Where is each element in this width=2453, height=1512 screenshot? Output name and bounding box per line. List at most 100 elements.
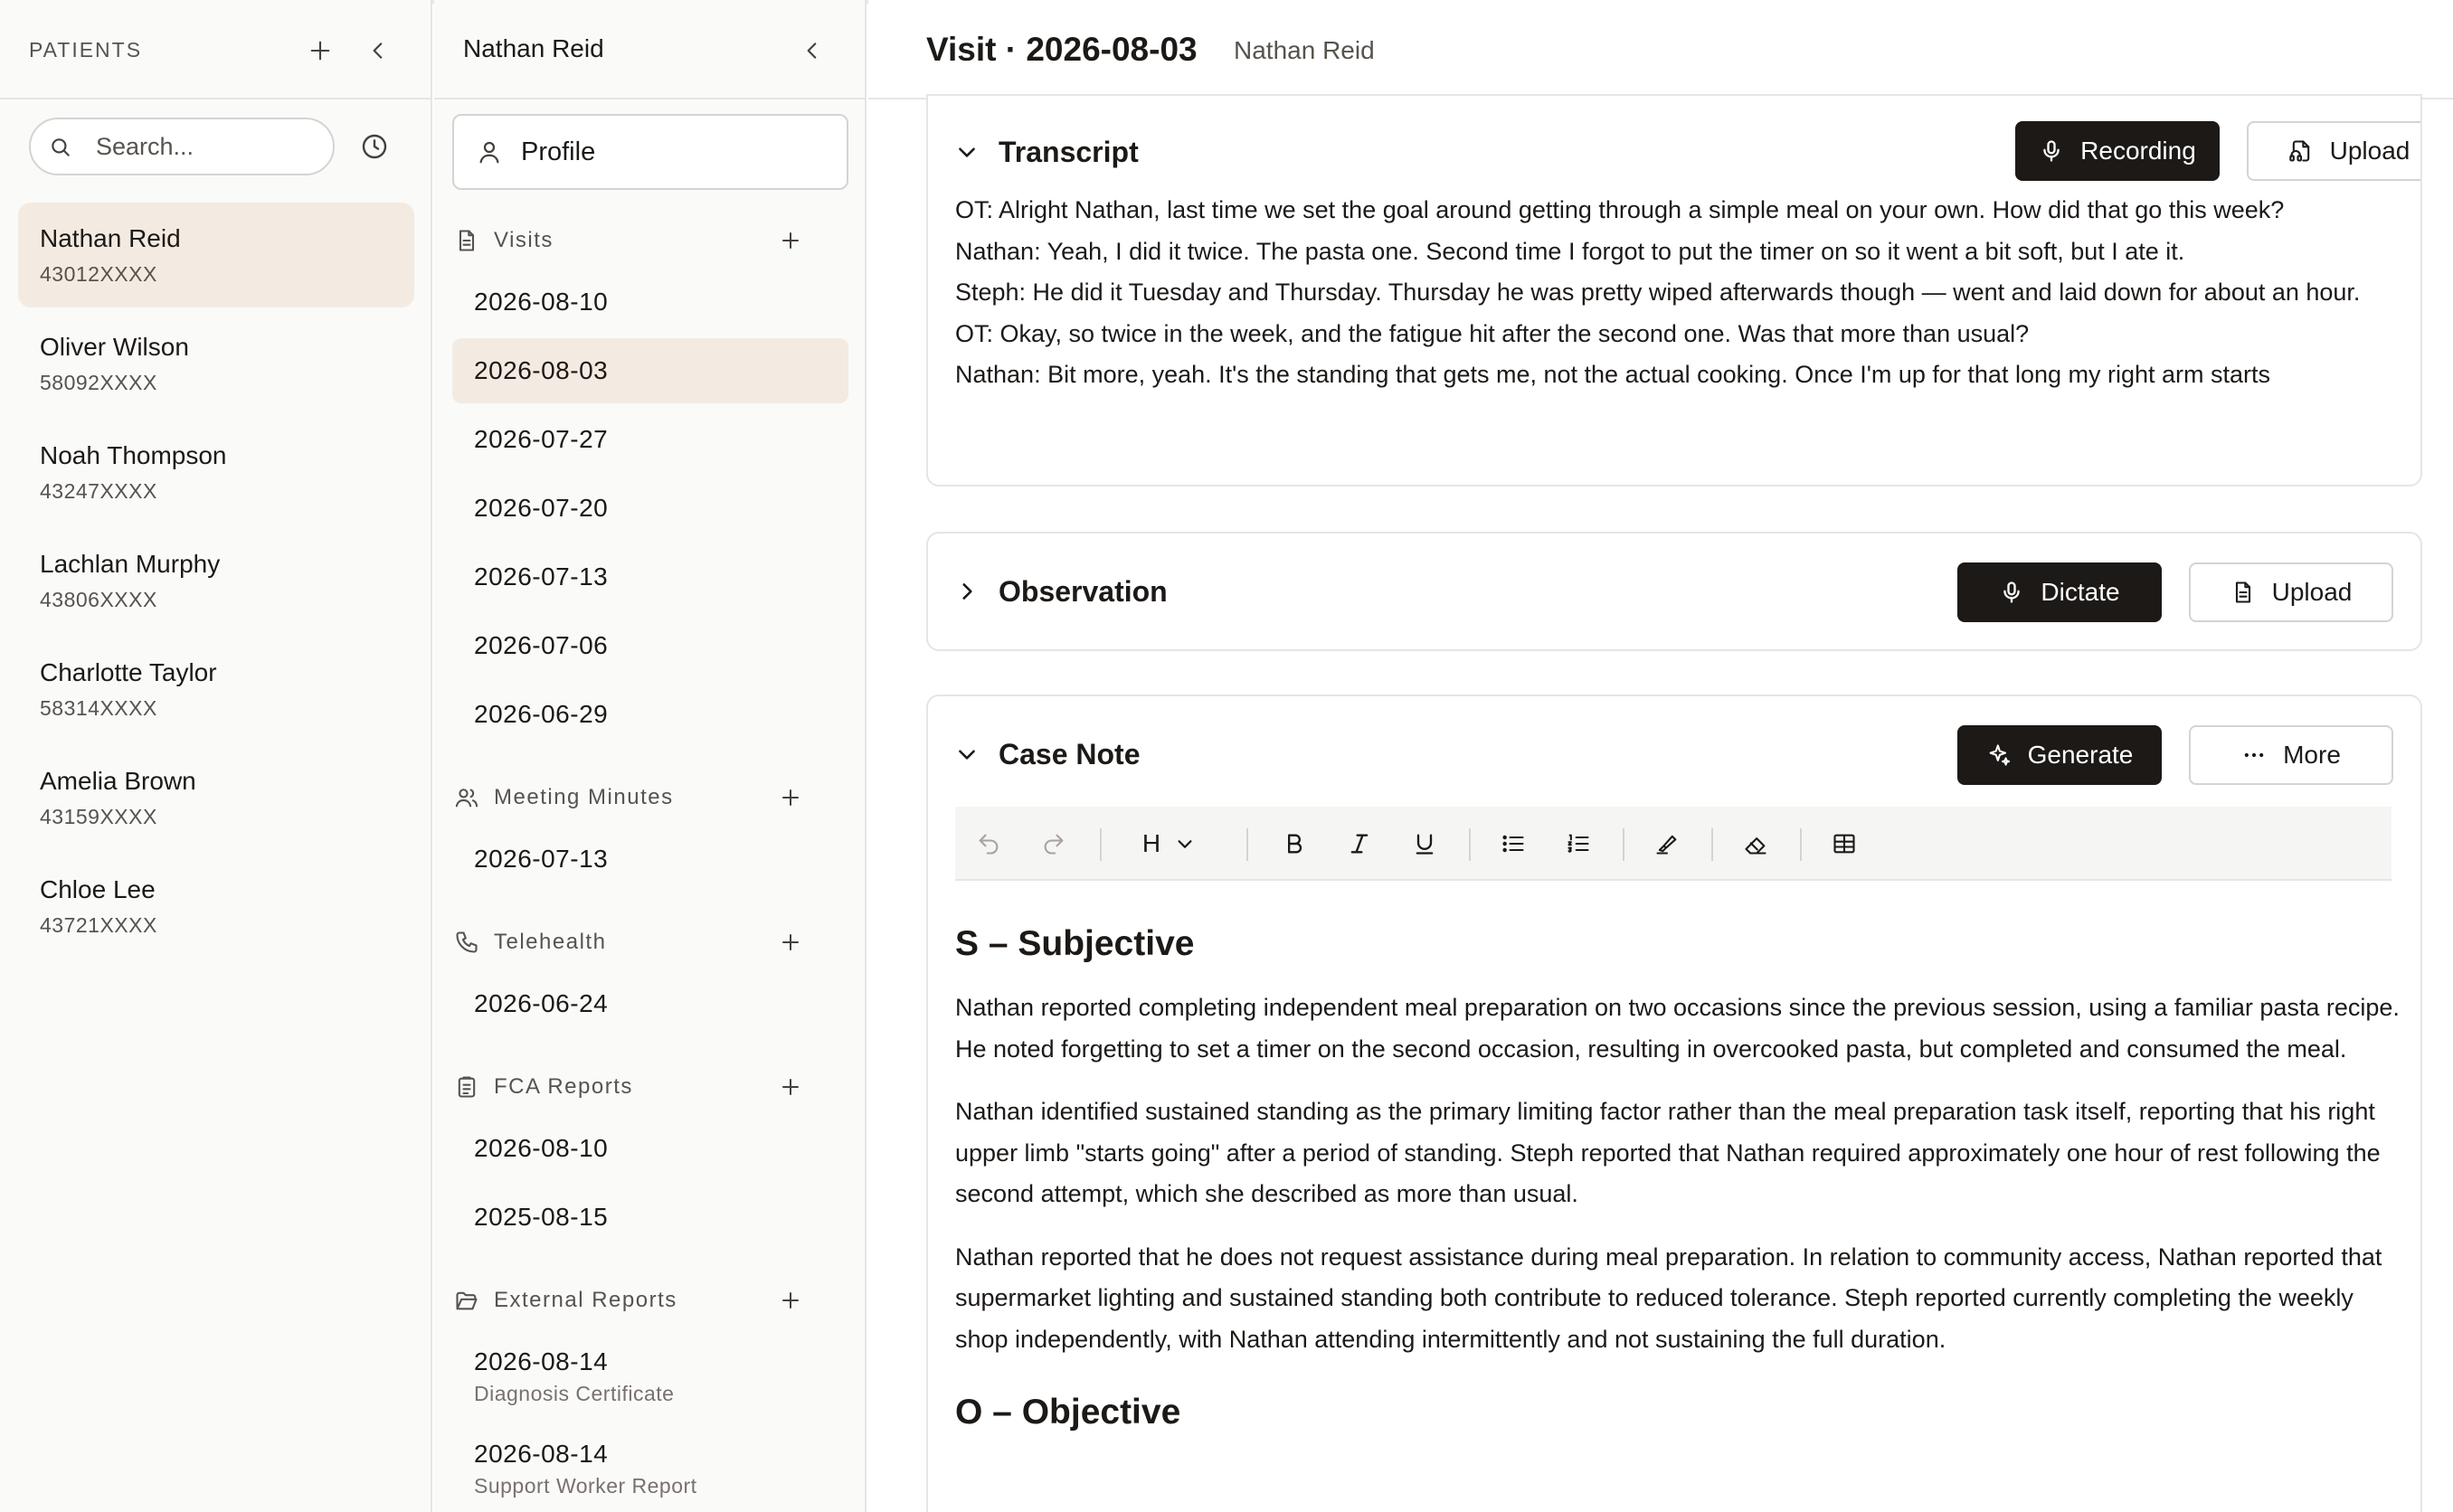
add-patient-button[interactable] bbox=[300, 31, 340, 71]
meeting-minutes-item[interactable]: 2026-07-13 bbox=[452, 827, 848, 892]
external-report-item[interactable]: 2026-08-14 Diagnosis Certificate bbox=[452, 1331, 848, 1422]
visit-item[interactable]: 2026-08-10 bbox=[452, 269, 848, 335]
more-icon bbox=[2244, 752, 2264, 758]
transcript-line: Steph: He did it Tuesday and Thursday. T… bbox=[955, 279, 2361, 306]
bold-button[interactable] bbox=[1275, 825, 1313, 863]
eraser-icon bbox=[1745, 837, 1766, 855]
bullet-list-button[interactable] bbox=[1494, 825, 1532, 863]
numbered-list-button[interactable] bbox=[1559, 825, 1597, 863]
section-external-reports: External Reports bbox=[454, 1284, 677, 1317]
patient-id: 43247XXXX bbox=[40, 479, 157, 503]
microphone-icon bbox=[2003, 581, 2021, 603]
note-paragraph: Nathan identified sustained standing as … bbox=[955, 1098, 2381, 1207]
toolbar-divider bbox=[1469, 828, 1471, 861]
heading-dropdown[interactable]: H bbox=[1132, 825, 1205, 863]
chevron-left-icon bbox=[373, 43, 383, 59]
record-patient-name: Nathan Reid bbox=[463, 34, 604, 62]
collapse-patients-button[interactable] bbox=[358, 31, 398, 71]
transcript-line: OT: Okay, so twice in the week, and the … bbox=[955, 319, 2030, 347]
dictate-button[interactable]: Dictate bbox=[1957, 562, 2162, 622]
external-report-type: Diagnosis Certificate bbox=[474, 1381, 675, 1405]
add-meeting-minutes-button[interactable] bbox=[771, 778, 810, 817]
add-fca-report-button[interactable] bbox=[771, 1067, 810, 1107]
patient-item[interactable]: Chloe Lee 43721XXXX bbox=[18, 854, 414, 959]
fca-report-item[interactable]: 2026-08-10 bbox=[452, 1116, 848, 1181]
toolbar-divider bbox=[1711, 828, 1713, 861]
numbered-list-icon bbox=[1567, 834, 1589, 853]
plus-icon bbox=[782, 789, 799, 806]
patient-id: 43721XXXX bbox=[40, 913, 157, 937]
plus-icon bbox=[782, 1292, 799, 1309]
patient-name: Lachlan Murphy bbox=[40, 550, 221, 578]
patient-id: 43012XXXX bbox=[40, 262, 157, 286]
transcript-upload-button[interactable]: Upload bbox=[2247, 121, 2420, 181]
patient-name: Noah Thompson bbox=[40, 441, 227, 469]
patient-item[interactable]: Noah Thompson 43247XXXX bbox=[18, 420, 414, 524]
toolbar-divider bbox=[1100, 828, 1102, 861]
case-note-card: Case Note Generate More H S – Subjective… bbox=[926, 695, 2422, 1512]
generate-button[interactable]: Generate bbox=[1957, 725, 2162, 785]
record-panel: Nathan Reid Profile Visits 2026-08-10 20… bbox=[434, 0, 867, 1512]
add-visit-button[interactable] bbox=[771, 221, 810, 260]
section-fca-reports-label: FCA Reports bbox=[494, 1074, 633, 1099]
add-telehealth-button[interactable] bbox=[771, 922, 810, 962]
italic-button[interactable] bbox=[1340, 825, 1378, 863]
patient-name: Amelia Brown bbox=[40, 767, 196, 795]
patients-header: PATIENTS bbox=[0, 0, 431, 99]
patient-search[interactable] bbox=[29, 118, 335, 175]
case-note-editor[interactable]: S – Subjective Nathan reported completin… bbox=[955, 904, 2402, 1456]
toolbar-divider bbox=[1246, 828, 1248, 861]
more-label: More bbox=[2283, 741, 2341, 769]
patient-item[interactable]: Charlotte Taylor 58314XXXX bbox=[18, 637, 414, 742]
visit-item[interactable]: 2026-07-20 bbox=[452, 476, 848, 541]
transcript-toggle[interactable]: Transcript bbox=[955, 132, 1139, 172]
visit-item[interactable]: 2026-08-03 bbox=[452, 338, 848, 403]
visit-item[interactable]: 2026-07-06 bbox=[452, 613, 848, 678]
collapse-record-button[interactable] bbox=[792, 31, 832, 71]
observation-upload-button[interactable]: Upload bbox=[2189, 562, 2393, 622]
visit-item[interactable]: 2026-07-13 bbox=[452, 544, 848, 610]
page-subtitle: Nathan Reid bbox=[1234, 36, 1375, 64]
recent-patients-button[interactable] bbox=[355, 127, 394, 166]
search-input[interactable] bbox=[96, 128, 322, 165]
patient-item[interactable]: Oliver Wilson 58092XXXX bbox=[18, 311, 414, 416]
clear-format-button[interactable] bbox=[1737, 825, 1775, 863]
recording-button[interactable]: Recording bbox=[2015, 121, 2220, 181]
dictate-label: Dictate bbox=[2041, 578, 2120, 606]
section-fca-reports: FCA Reports bbox=[454, 1071, 633, 1103]
transcript-upload-label: Upload bbox=[2329, 137, 2410, 165]
chevron-down-icon bbox=[959, 147, 975, 157]
add-external-report-button[interactable] bbox=[771, 1280, 810, 1320]
highlight-button[interactable] bbox=[1648, 825, 1686, 863]
patient-name: Nathan Reid bbox=[40, 224, 181, 252]
patient-id: 43159XXXX bbox=[40, 805, 157, 828]
section-meeting-minutes: Meeting Minutes bbox=[454, 781, 674, 814]
underline-button[interactable] bbox=[1406, 825, 1444, 863]
observation-toggle[interactable]: Observation bbox=[955, 572, 1168, 611]
table-button[interactable] bbox=[1825, 825, 1863, 863]
visit-item[interactable]: 2026-07-27 bbox=[452, 407, 848, 472]
fca-report-item[interactable]: 2025-08-15 bbox=[452, 1185, 848, 1250]
document-icon bbox=[459, 230, 475, 251]
visit-item[interactable]: 2026-06-29 bbox=[452, 682, 848, 747]
patient-item[interactable]: Lachlan Murphy 43806XXXX bbox=[18, 528, 414, 633]
patient-item[interactable]: Amelia Brown 43159XXXX bbox=[18, 745, 414, 850]
profile-button[interactable]: Profile bbox=[452, 114, 848, 190]
redo-icon bbox=[1044, 834, 1064, 855]
patient-item[interactable]: Nathan Reid 43012XXXX bbox=[18, 203, 414, 307]
case-note-toggle[interactable]: Case Note bbox=[955, 734, 1141, 774]
patient-id: 58314XXXX bbox=[40, 696, 157, 720]
more-button[interactable]: More bbox=[2189, 725, 2393, 785]
patient-name: Charlotte Taylor bbox=[40, 658, 217, 686]
telehealth-item[interactable]: 2026-06-24 bbox=[452, 971, 848, 1036]
external-report-item[interactable]: 2026-08-14 Support Worker Report bbox=[452, 1429, 848, 1512]
undo-button[interactable] bbox=[970, 825, 1008, 863]
phone-icon bbox=[456, 931, 478, 953]
patient-id: 58092XXXX bbox=[40, 371, 157, 394]
fca-report-date: 2025-08-15 bbox=[474, 1203, 609, 1231]
redo-button[interactable] bbox=[1035, 825, 1073, 863]
audio-file-icon bbox=[2288, 140, 2309, 162]
patient-id: 43806XXXX bbox=[40, 588, 157, 611]
visit-date: 2026-07-06 bbox=[474, 631, 609, 659]
bullet-list-icon bbox=[1502, 835, 1524, 853]
